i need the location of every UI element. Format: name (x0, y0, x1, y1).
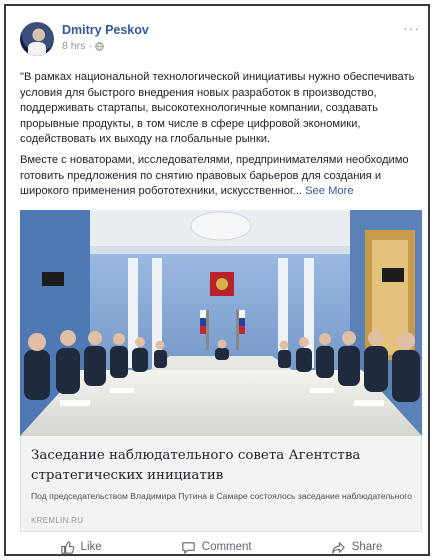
post-paragraph-1: "В рамках национальной технологической и… (20, 71, 415, 146)
comment-button[interactable]: Comment (181, 540, 252, 555)
like-label: Like (80, 541, 102, 553)
share-arrow-icon (332, 541, 345, 554)
meeting-room-illustration (20, 210, 422, 436)
share-button[interactable]: Share (331, 540, 383, 555)
meta-separator: · (88, 40, 92, 52)
share-label: Share (351, 541, 383, 553)
post-header: Dmitry Peskov 8 hrs · ··· (20, 20, 420, 62)
author-name[interactable]: Dmitry Peskov (62, 23, 149, 37)
post-time[interactable]: 8 hrs (62, 40, 85, 52)
link-preview-photo[interactable] (20, 210, 422, 436)
like-button[interactable]: Like (60, 540, 102, 555)
comment-bubble-icon (182, 541, 195, 554)
thumbs-up-icon (60, 540, 74, 554)
see-more-link[interactable]: See More (305, 185, 354, 197)
post-actions-bar: Like Comment Share (20, 536, 422, 555)
facebook-post: Dmitry Peskov 8 hrs · ··· "В рамках наци… (4, 4, 430, 556)
comment-label: Comment (201, 541, 252, 553)
post-text: "В рамках национальной технологической и… (20, 70, 422, 205)
link-headline[interactable]: Заседание наблюдательного совета Агентст… (31, 446, 411, 486)
link-domain: KREMLIN.RU (31, 516, 84, 525)
post-paragraph-2: Вместе с новаторами, исследователями, пр… (20, 153, 422, 200)
link-snippet: Под председательством Владимира Путина в… (31, 491, 415, 501)
post-meta: 8 hrs · (62, 40, 104, 52)
author-avatar[interactable] (20, 22, 54, 56)
globe-icon (95, 41, 104, 51)
link-preview-caption[interactable]: Заседание наблюдательного совета Агентст… (20, 436, 422, 532)
more-options-icon[interactable]: ··· (403, 20, 420, 36)
